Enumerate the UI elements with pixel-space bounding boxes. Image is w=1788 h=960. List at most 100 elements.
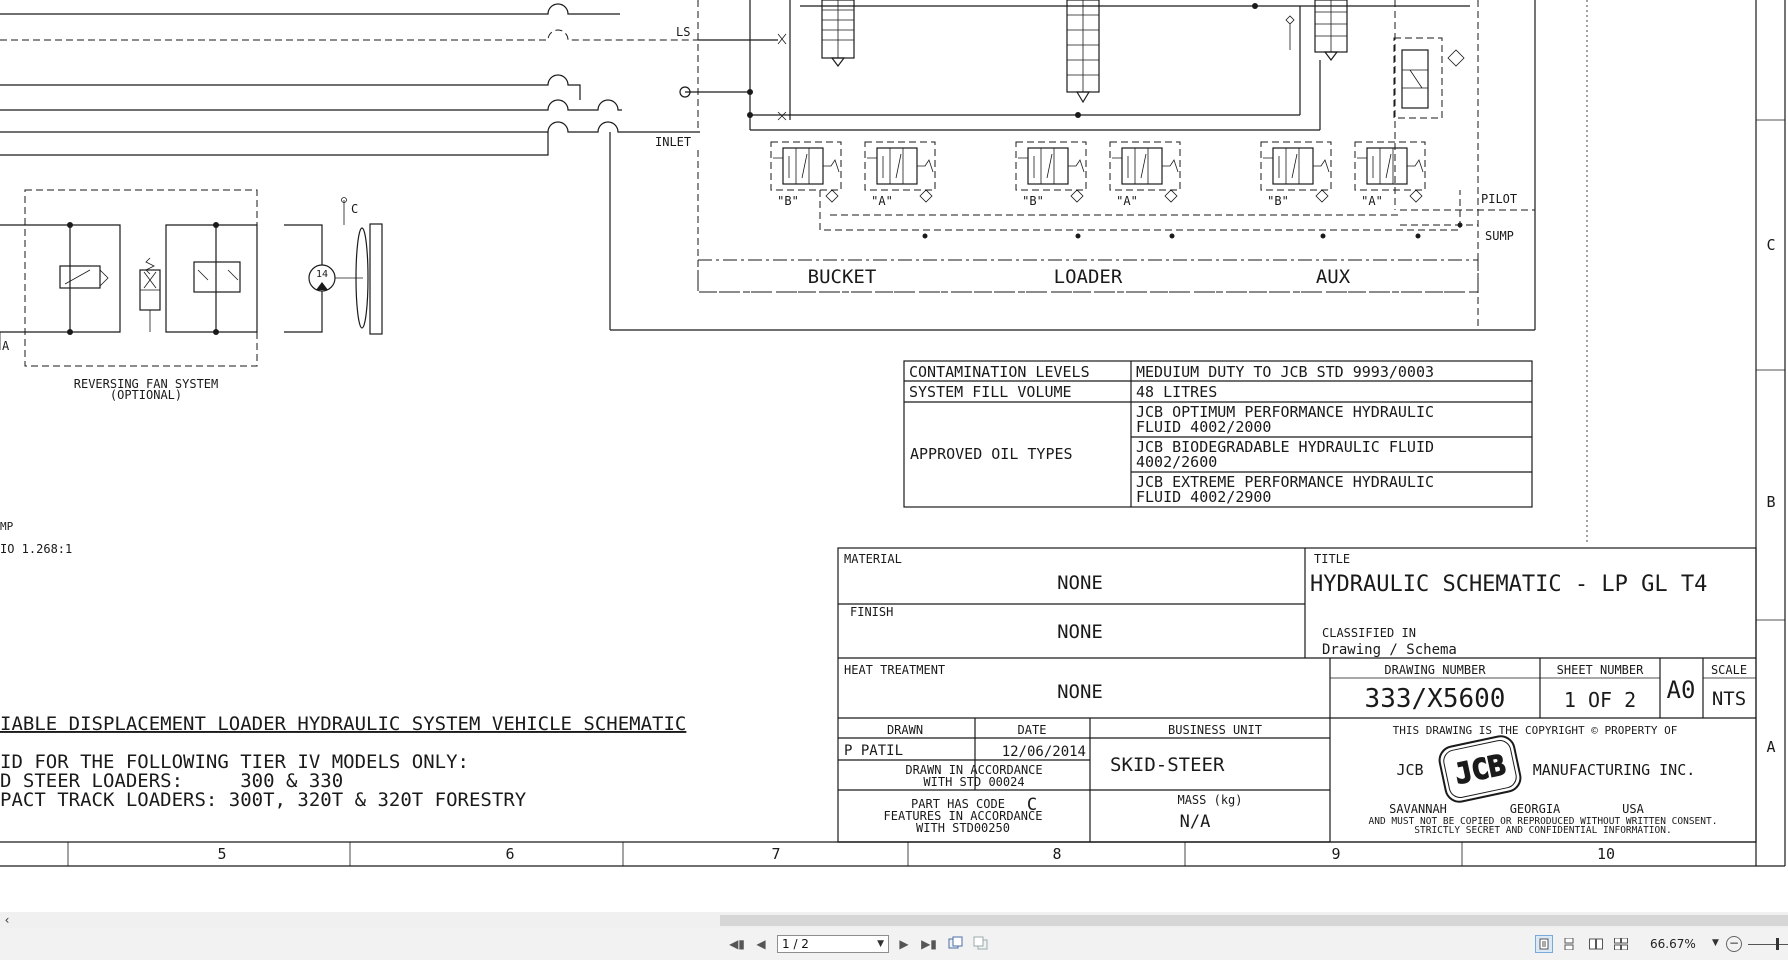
drawing-canvas: 5 6 7 8 9 10 C B A LS INLET PILOT SUMP "…: [0, 0, 1786, 867]
copyright-line: THIS DRAWING IS THE COPYRIGHT © PROPERTY…: [1393, 724, 1678, 737]
drawn-value: P PATIL: [844, 743, 903, 759]
port-label-b-2: "B": [1022, 194, 1044, 208]
notes-line-3: PACT TRACK LOADERS: 300T, 320T & 320T FO…: [0, 789, 527, 811]
next-view-icon[interactable]: [972, 936, 990, 952]
title-label: TITLE: [1314, 552, 1350, 566]
zoom-dropdown-icon[interactable]: ▼: [1712, 938, 1719, 948]
company-right: MANUFACTURING INC.: [1533, 761, 1696, 779]
contamination-value: MEDUIUM DUTY TO JCB STD 9993/0003: [1136, 363, 1434, 381]
horizontal-scrollbar-thumb[interactable]: [720, 915, 1788, 926]
drawing-title: HYDRAULIC SCHEMATIC - LP GL T4: [1310, 572, 1707, 597]
fan-system-optional: (OPTIONAL): [110, 388, 182, 402]
jcb-logo: JCB: [1438, 735, 1522, 803]
scroll-left-icon[interactable]: ‹: [0, 913, 14, 927]
viewer-bottom-bar: ‹ ◀▮ ◀ 1 / 2 ▼ ▶ ▶▮ 66.67% ▼ −: [0, 912, 1788, 960]
contamination-label: CONTAMINATION LEVELS: [909, 363, 1090, 381]
scale-label: SCALE: [1711, 663, 1747, 677]
ratio-fragment: IO 1.268:1: [0, 542, 72, 556]
previous-view-icon[interactable]: [947, 936, 965, 952]
grid-col-7: 7: [771, 845, 780, 863]
date-value: 12/06/2014: [1002, 744, 1086, 760]
date-label: DATE: [1018, 723, 1047, 737]
finish-label: FINISH: [850, 605, 893, 619]
continuous-icon[interactable]: [1560, 935, 1578, 953]
sump-label: SUMP: [1485, 229, 1514, 243]
section-bucket: BUCKET: [808, 266, 877, 288]
material-label: MATERIAL: [844, 552, 902, 566]
classified-label: CLASSIFIED IN: [1322, 626, 1416, 640]
heat-treatment-value: NONE: [1057, 681, 1103, 703]
sheet-number-label: SHEET NUMBER: [1557, 663, 1644, 677]
oil-2-line2: 4002/2600: [1136, 453, 1217, 471]
port-a-label: A: [2, 339, 10, 353]
inlet-label: INLET: [655, 135, 691, 149]
grid-col-8: 8: [1052, 845, 1061, 863]
country: USA: [1622, 802, 1644, 816]
mass-value: N/A: [1180, 812, 1211, 832]
oil-types-label: APPROVED OIL TYPES: [910, 445, 1073, 463]
horizontal-scrollbar[interactable]: ‹: [0, 912, 1788, 928]
zoom-out-icon[interactable]: −: [1726, 936, 1742, 952]
zoom-level[interactable]: 66.67%: [1650, 937, 1696, 951]
part-code-line-3: WITH STD00250: [916, 821, 1010, 835]
notes-title: IABLE DISPLACEMENT LOADER HYDRAULIC SYST…: [0, 713, 686, 735]
chevron-down-icon[interactable]: ▼: [877, 936, 884, 952]
business-unit-label: BUSINESS UNIT: [1168, 723, 1262, 737]
mass-label: MASS (kg): [1177, 793, 1242, 807]
sheet-size: A0: [1667, 676, 1696, 704]
page-number-value: 1 / 2: [782, 937, 809, 951]
prev-page-icon[interactable]: ◀: [752, 936, 770, 952]
status-bar: ◀▮ ◀ 1 / 2 ▼ ▶ ▶▮ 66.67% ▼ −: [0, 928, 1788, 960]
first-page-icon[interactable]: ◀▮: [728, 936, 746, 952]
fill-volume-value: 48 LITRES: [1136, 383, 1217, 401]
business-unit-value: SKID-STEER: [1110, 754, 1225, 776]
grid-col-10: 10: [1597, 845, 1615, 863]
oil-3-line2: FLUID 4002/2900: [1136, 488, 1271, 506]
city: SAVANNAH: [1389, 802, 1447, 816]
last-page-icon[interactable]: ▶▮: [920, 936, 938, 952]
grid-col-5: 5: [217, 845, 226, 863]
next-page-icon[interactable]: ▶: [895, 936, 913, 952]
two-page-continuous-icon[interactable]: [1611, 935, 1629, 953]
oil-1-line2: FLUID 4002/2000: [1136, 418, 1271, 436]
section-aux: AUX: [1316, 266, 1351, 288]
solenoid-valve-row: [770, 141, 1426, 203]
port-label-a-2: "A": [1116, 194, 1138, 208]
heat-treatment-label: HEAT TREATMENT: [844, 663, 945, 677]
drawing-number: 333/X5600: [1365, 684, 1506, 714]
port-label-a-3: "A": [1361, 194, 1383, 208]
zoom-slider[interactable]: [1748, 944, 1788, 945]
port-c-label: C: [351, 202, 358, 216]
legal-line-2: STRICTLY SECRET AND CONFIDENTIAL INFORMA…: [1414, 825, 1671, 836]
company-left: JCB: [1396, 761, 1423, 779]
section-loader: LOADER: [1054, 266, 1123, 288]
port-label-b-1: "B": [777, 194, 799, 208]
page-number-field[interactable]: 1 / 2 ▼: [777, 935, 889, 953]
classified-value: Drawing / Schema: [1322, 642, 1457, 658]
grid-col-6: 6: [505, 845, 514, 863]
material-value: NONE: [1057, 572, 1103, 594]
drawing-number-label: DRAWING NUMBER: [1384, 663, 1486, 677]
hydraulic-lines: [0, 0, 1536, 331]
finish-value: NONE: [1057, 621, 1103, 643]
state: GEORGIA: [1510, 802, 1561, 816]
motor-number-label: 14: [316, 269, 328, 280]
two-page-icon[interactable]: [1586, 935, 1604, 953]
grid-row-b: B: [1766, 493, 1775, 511]
upper-spool-valves: [821, 0, 1465, 119]
sheet-number: 1 OF 2: [1564, 688, 1636, 712]
port-label-b-3: "B": [1267, 194, 1289, 208]
pilot-label: PILOT: [1481, 192, 1517, 206]
ls-label: LS: [676, 25, 690, 39]
fill-volume-label: SYSTEM FILL VOLUME: [909, 383, 1072, 401]
port-label-a-1: "A": [871, 194, 893, 208]
grid-col-9: 9: [1331, 845, 1340, 863]
zoom-slider-thumb[interactable]: [1776, 938, 1779, 950]
single-page-icon[interactable]: [1535, 935, 1553, 953]
scale-value: NTS: [1712, 688, 1746, 710]
grid-row-c: C: [1766, 236, 1775, 254]
mp-fragment: MP: [0, 520, 14, 533]
accordance-line-2: WITH STD 00024: [923, 775, 1024, 789]
drawn-label: DRAWN: [887, 723, 923, 737]
grid-row-a: A: [1766, 738, 1775, 756]
